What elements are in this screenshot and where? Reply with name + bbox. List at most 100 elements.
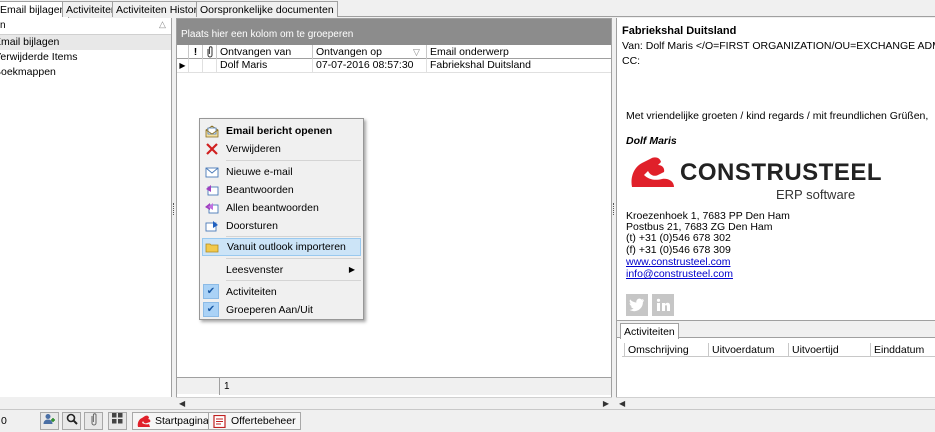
scroll-right-icon[interactable]: ▶	[603, 399, 609, 408]
grid-footer: 1	[177, 377, 611, 395]
tree-item-verwijderde-items[interactable]: Verwijderde Items	[0, 50, 171, 65]
status-bar: 0 Startpagina Offertebeheer	[0, 409, 935, 432]
row-attachment-cell	[203, 59, 217, 72]
menu-item-label: Groeperen Aan/Uit	[226, 304, 313, 316]
website-link[interactable]: www.construsteel.com	[626, 256, 730, 268]
menu-item-label: Allen beantwoorden	[226, 202, 319, 214]
col-ontvangen-van[interactable]: Ontvangen van	[217, 45, 313, 59]
col-importance[interactable]: !	[189, 45, 203, 59]
delete-x-icon	[206, 143, 218, 155]
col-omschrijving[interactable]: Omschrijving	[624, 343, 708, 357]
table-row[interactable]: ▶ Dolf Maris 07-07-2016 08:57:30 Fabriek…	[177, 59, 611, 73]
menu-item-beantwoorden[interactable]: Beantwoorden	[202, 181, 361, 199]
cell-received[interactable]: 07-07-2016 08:57:30	[313, 59, 427, 72]
sort-triangle-icon[interactable]: △	[159, 19, 166, 30]
scroll-left-icon[interactable]: ◀	[179, 399, 185, 408]
logo-wordmark: CONSTRUSTEEL	[680, 159, 883, 186]
construsteel-logo: CONSTRUSTEEL ERP software	[628, 153, 882, 208]
twitter-icon[interactable]	[626, 294, 648, 316]
search-icon[interactable]	[62, 412, 81, 430]
folder-tree: n △ Email bijlagen Verwijderde Items Boe…	[0, 18, 172, 397]
col-email-onderwerp[interactable]: Email onderwerp	[427, 45, 611, 59]
menu-item-leesvenster[interactable]: Leesvenster ▶	[202, 261, 361, 279]
col-ontvangen-op-label: Ontvangen op	[316, 46, 382, 58]
current-row-arrow-icon: ▶	[177, 59, 189, 72]
fax-line: (f) +31 (0)546 678 309	[626, 244, 731, 256]
reply-all-icon	[205, 203, 219, 214]
grid-view-icon[interactable]	[108, 412, 127, 430]
menu-item-label: Nieuwe e-mail	[226, 166, 293, 178]
taskbar-tab-offertebeheer[interactable]: Offertebeheer	[208, 412, 301, 430]
preview-greeting: Met vriendelijke groeten / kind regards …	[626, 110, 929, 122]
left-splitter-grip[interactable]	[173, 203, 175, 215]
row-indicator-header	[177, 45, 189, 59]
record-count: 0	[1, 415, 7, 427]
menu-item-label: Vanuit outlook importeren	[227, 241, 346, 253]
menu-item-email-openen[interactable]: Email bericht openen	[202, 122, 361, 140]
menu-item-verwijderen[interactable]: Verwijderen	[202, 140, 361, 158]
phone-line: (t) +31 (0)546 678 302	[626, 232, 731, 244]
preview-from: Van: Dolf Maris </O=FIRST ORGANIZATION/O…	[622, 40, 935, 52]
taskbar-tab-label: Offertebeheer	[231, 415, 296, 427]
paperclip-icon[interactable]	[84, 412, 103, 430]
context-menu: Email bericht openen Verwijderen Nieuwe …	[199, 118, 364, 320]
col-einddatum[interactable]: Einddatum	[870, 343, 935, 357]
tree-header-label: n	[0, 20, 6, 31]
check-icon: ✔	[203, 284, 219, 299]
reply-icon	[206, 185, 219, 196]
signature-name: Dolf Maris	[626, 135, 677, 147]
menu-item-groeperen[interactable]: ✔ Groeperen Aan/Uit	[202, 301, 361, 319]
menu-separator	[226, 236, 361, 237]
activities-tabstrip: Activiteiten	[617, 321, 935, 339]
right-splitter-grip[interactable]	[613, 203, 615, 215]
menu-item-doorsturen[interactable]: Doorsturen	[202, 217, 361, 235]
preview-subject: Fabriekshal Duitsland	[622, 25, 737, 37]
menu-item-allen-beantwoorden[interactable]: Allen beantwoorden	[202, 199, 361, 217]
submenu-arrow-icon: ▶	[348, 265, 355, 274]
menu-item-label: Beantwoorden	[226, 184, 294, 196]
tree-item-email-bijlagen[interactable]: Email bijlagen	[0, 35, 171, 50]
add-user-icon[interactable]	[40, 412, 59, 430]
page-number: 1	[219, 378, 611, 395]
construsteel-small-icon	[137, 415, 151, 427]
row-importance-cell	[189, 59, 203, 72]
tab-oorspronkelijke-documenten[interactable]: Oorspronkelijke documenten	[196, 1, 338, 17]
tab-activiteiten-panel[interactable]: Activiteiten	[620, 323, 679, 339]
col-uitvoertijd[interactable]: Uitvoertijd	[788, 343, 870, 357]
grid-header: ! Ontvangen van Ontvangen op ▽ Email onde…	[177, 45, 611, 59]
menu-item-vanuit-outlook-importeren[interactable]: Vanuit outlook importeren	[202, 238, 361, 256]
menu-separator	[226, 258, 361, 259]
forward-icon	[205, 221, 218, 232]
tab-activiteiten-historie[interactable]: Activiteiten Historie	[112, 1, 210, 17]
cell-from[interactable]: Dolf Maris	[217, 59, 313, 72]
email-link[interactable]: info@construsteel.com	[626, 268, 733, 280]
filter-icon[interactable]: ▽	[413, 45, 420, 59]
scroll-left-icon[interactable]: ◀	[619, 399, 625, 408]
menu-item-label: Activiteiten	[226, 286, 277, 298]
cell-subject[interactable]: Fabriekshal Duitsland	[427, 59, 611, 72]
attachment-icon[interactable]	[203, 45, 217, 59]
preview-cc: CC:	[622, 55, 641, 67]
menu-item-nieuwe-email[interactable]: Nieuwe e-mail	[202, 163, 361, 181]
linkedin-icon[interactable]	[652, 294, 674, 316]
activities-panel: Activiteiten Omschrijving Uitvoerdatum U…	[616, 320, 935, 398]
import-folder-icon	[205, 243, 219, 253]
col-uitvoerdatum[interactable]: Uitvoerdatum	[708, 343, 788, 357]
taskbar-tab-startpagina[interactable]: Startpagina	[132, 412, 214, 430]
logo-tagline: ERP software	[776, 187, 856, 202]
menu-separator	[226, 280, 361, 281]
col-ontvangen-op[interactable]: Ontvangen op ▽	[313, 45, 427, 59]
new-mail-icon	[205, 167, 219, 178]
construsteel-arm-icon	[631, 157, 674, 187]
menu-item-label: Doorsturen	[226, 220, 278, 232]
tab-email-bijlagen[interactable]: Email bijlagen	[0, 1, 70, 18]
menu-item-activiteiten[interactable]: ✔ Activiteiten	[202, 283, 361, 301]
tree-header: n △	[0, 18, 171, 35]
email-preview-pane: Fabriekshal Duitsland Van: Dolf Maris </…	[616, 18, 935, 320]
menu-item-label: Email bericht openen	[226, 125, 333, 137]
menu-item-label: Verwijderen	[226, 143, 281, 155]
tree-item-boekmappen[interactable]: Boekmappen	[0, 65, 171, 80]
group-by-area[interactable]: Plaats hier een kolom om te groeperen	[177, 19, 611, 45]
top-tab-strip: Email bijlagen Activiteiten Activiteiten…	[0, 0, 935, 18]
check-icon: ✔	[203, 302, 219, 317]
